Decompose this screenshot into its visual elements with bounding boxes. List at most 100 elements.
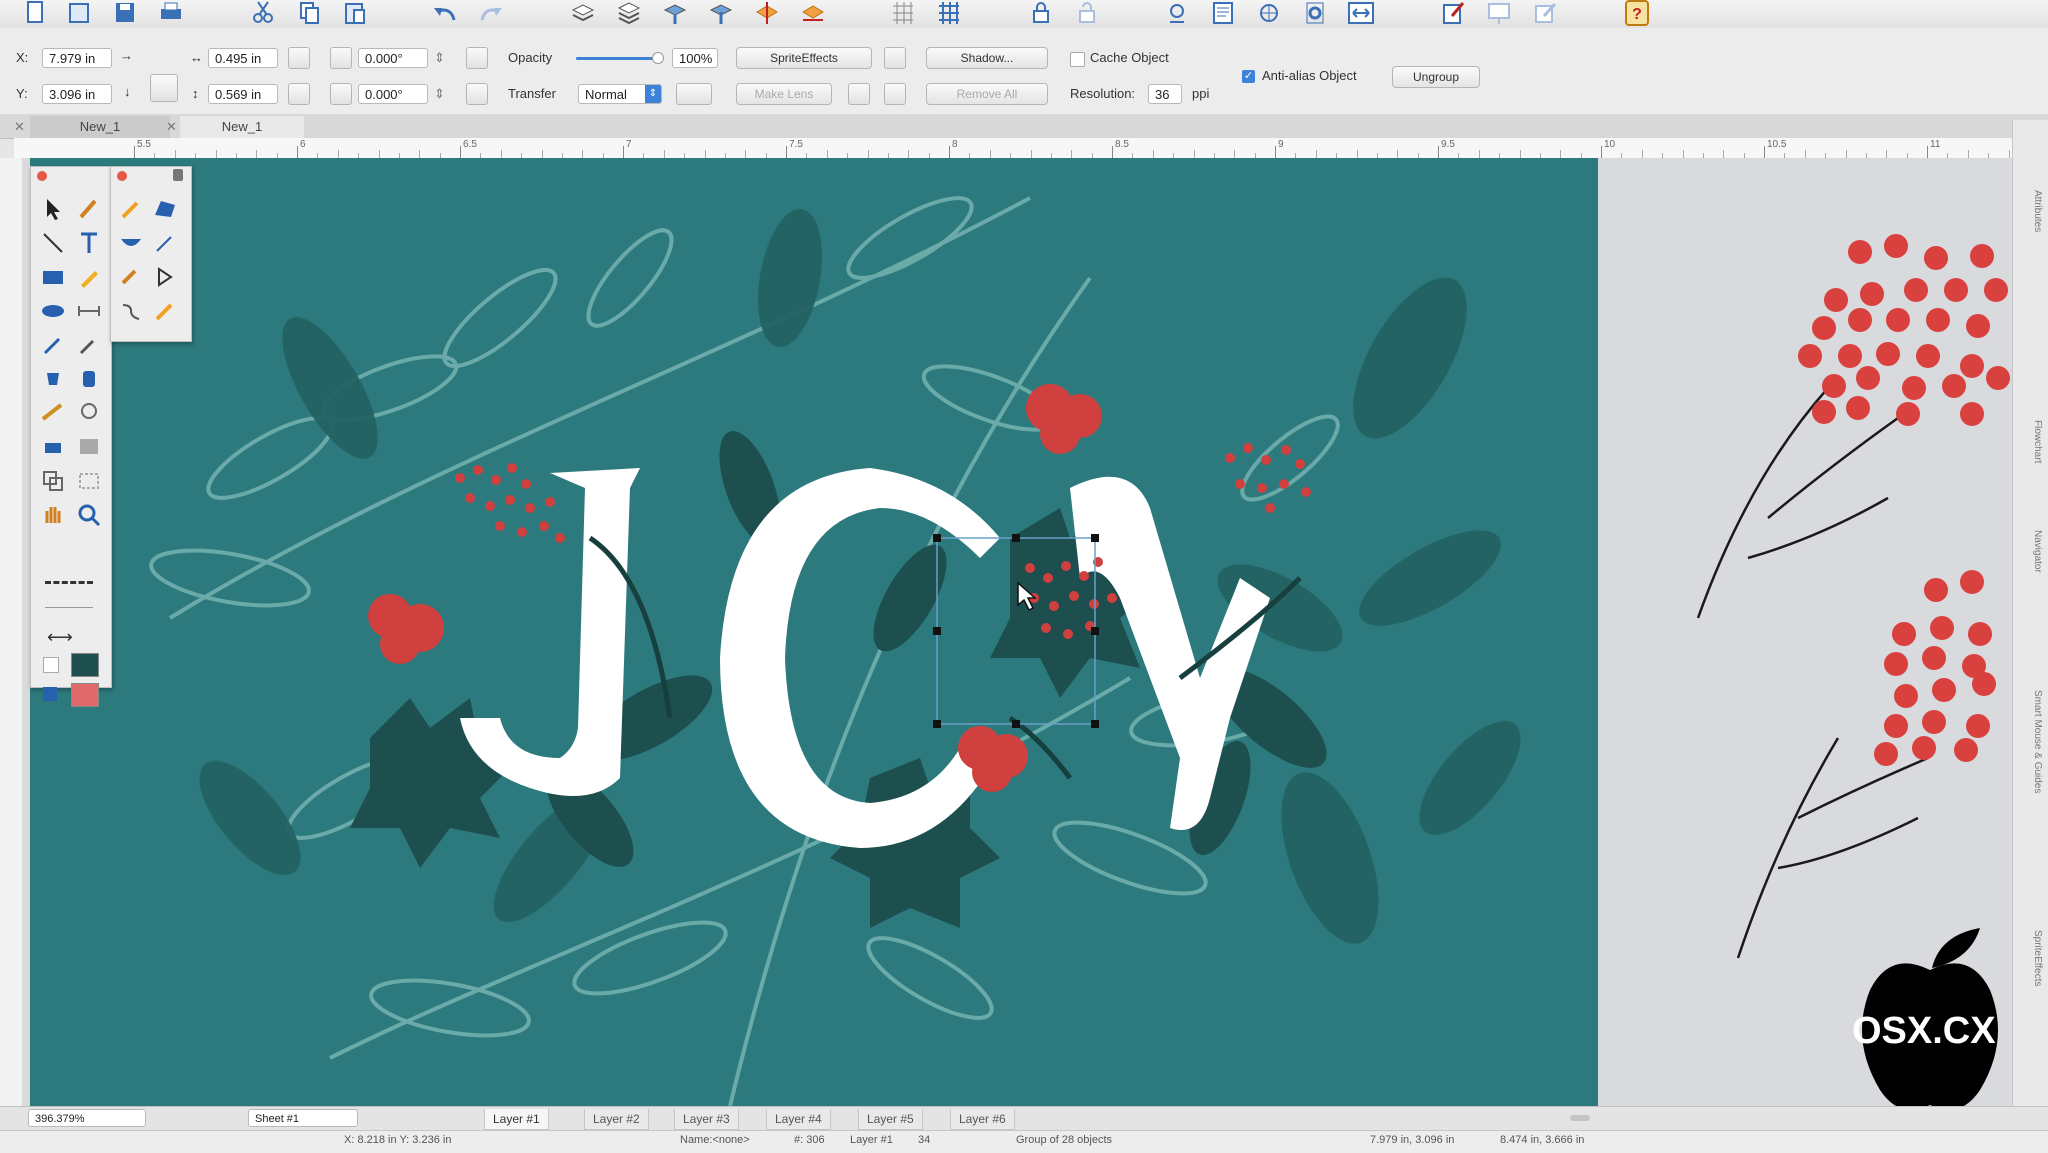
skew-field[interactable]: 0.000° bbox=[358, 84, 428, 104]
align-icon[interactable] bbox=[752, 0, 782, 26]
fill-color-swatch[interactable] bbox=[71, 683, 99, 707]
scale-lock-icon[interactable] bbox=[288, 83, 310, 105]
paste-icon[interactable] bbox=[340, 0, 370, 26]
layer-tab[interactable]: Layer #5 bbox=[858, 1109, 923, 1130]
zoom-field[interactable]: 396.379% bbox=[28, 1109, 146, 1127]
dash-style-icon[interactable] bbox=[45, 581, 93, 584]
eraser-tool-icon[interactable] bbox=[39, 433, 67, 461]
flip-tool-icon[interactable] bbox=[466, 47, 488, 69]
spriteeffects-panel-tab[interactable]: SpriteEffects bbox=[2017, 930, 2043, 1060]
hand-tool-icon[interactable] bbox=[39, 501, 67, 529]
x-position-field[interactable]: 7.979 in bbox=[42, 48, 112, 68]
make-lens-button[interactable]: Make Lens bbox=[736, 83, 832, 105]
unlock-icon[interactable] bbox=[1072, 0, 1102, 26]
close-tab-icon[interactable]: ✕ bbox=[14, 116, 25, 138]
ellipse-tool-icon[interactable] bbox=[39, 297, 67, 325]
close-palette-icon[interactable] bbox=[117, 171, 127, 181]
effects-icon[interactable] bbox=[1254, 0, 1284, 26]
freehand-tool-icon[interactable] bbox=[151, 229, 179, 257]
save-icon[interactable] bbox=[110, 0, 140, 26]
height-field[interactable]: 0.569 in bbox=[208, 84, 278, 104]
snap-grid-icon[interactable] bbox=[934, 0, 964, 26]
brush-tool-icon[interactable] bbox=[75, 195, 103, 223]
cut-icon[interactable] bbox=[248, 0, 278, 26]
point-select-icon[interactable] bbox=[151, 263, 179, 291]
ungroup-button[interactable]: Ungroup bbox=[1392, 66, 1480, 88]
eyedropper-tool-icon[interactable] bbox=[75, 331, 103, 359]
knife-tool-icon[interactable] bbox=[39, 399, 67, 427]
line-tool-icon[interactable] bbox=[39, 229, 67, 257]
arc-tool-icon[interactable] bbox=[117, 229, 145, 257]
resolution-field[interactable]: 36 bbox=[1148, 84, 1182, 104]
horizontal-ruler[interactable]: 5.5 6 6.5 7 7.5 8 8.5 9 9.5 10 10.5 11 bbox=[14, 138, 2030, 159]
print-icon[interactable] bbox=[156, 0, 186, 26]
artwork-page[interactable] bbox=[30, 158, 1598, 1106]
dimension-tool-icon[interactable] bbox=[75, 297, 103, 325]
rotate-icon[interactable] bbox=[330, 47, 352, 69]
navigator-panel-tab[interactable]: Navigator bbox=[2017, 530, 2043, 640]
pencil-tool-icon[interactable] bbox=[75, 263, 103, 291]
opacity-slider[interactable] bbox=[576, 52, 664, 64]
layer-tab[interactable]: Layer #1 bbox=[484, 1109, 549, 1130]
shadow-button[interactable]: Shadow... bbox=[926, 47, 1048, 69]
lock-icon[interactable] bbox=[1026, 0, 1056, 26]
skew-stepper-icon[interactable]: ⇕ bbox=[434, 86, 445, 102]
transfer-mode-select[interactable]: Normal ⇕ bbox=[578, 84, 662, 104]
blend-options-icon[interactable] bbox=[676, 83, 712, 105]
annotate-icon[interactable] bbox=[1530, 0, 1560, 26]
fill-tool-icon[interactable] bbox=[39, 365, 67, 393]
text-tool-icon[interactable] bbox=[75, 229, 103, 257]
zoom-tool-icon[interactable] bbox=[75, 501, 103, 529]
present-icon[interactable] bbox=[1484, 0, 1514, 26]
grid-icon[interactable] bbox=[888, 0, 918, 26]
send-to-back-icon[interactable] bbox=[706, 0, 736, 26]
pen-tool-icon[interactable] bbox=[39, 331, 67, 359]
connector-tool-icon[interactable] bbox=[117, 297, 145, 325]
document-tab[interactable]: New_1 bbox=[180, 116, 304, 138]
fit-width-icon[interactable] bbox=[1346, 0, 1376, 26]
crop-tool-icon[interactable] bbox=[75, 467, 103, 495]
view-icon[interactable] bbox=[1162, 0, 1192, 26]
fill-bucket-icon[interactable] bbox=[43, 687, 57, 701]
drawing-canvas[interactable] bbox=[22, 158, 2012, 1106]
rectangle-tool-icon[interactable] bbox=[39, 263, 67, 291]
arrowhead-style-icon[interactable]: ⟷ bbox=[47, 627, 73, 648]
shape-combine-icon[interactable] bbox=[39, 467, 67, 495]
lens-camera-icon[interactable] bbox=[848, 83, 870, 105]
rotation-field[interactable]: 0.000° bbox=[358, 48, 428, 68]
cache-object-checkbox[interactable] bbox=[1070, 52, 1085, 67]
close-tab-icon[interactable]: ✕ bbox=[166, 116, 177, 138]
undo-icon[interactable] bbox=[430, 0, 460, 26]
sheet-select[interactable]: Sheet #1 bbox=[248, 1109, 358, 1127]
distribute-icon[interactable] bbox=[798, 0, 828, 26]
layer-tab[interactable]: Layer #6 bbox=[950, 1109, 1015, 1130]
stamp-tool-icon[interactable] bbox=[75, 365, 103, 393]
open-document-icon[interactable] bbox=[64, 0, 94, 26]
page-setup-icon[interactable] bbox=[1208, 0, 1238, 26]
horizontal-scrollbar[interactable] bbox=[1570, 1115, 1590, 1121]
opacity-field[interactable]: 100% bbox=[672, 48, 718, 68]
anchor-point-icon[interactable] bbox=[150, 74, 178, 102]
lasso-tool-icon[interactable] bbox=[75, 399, 103, 427]
flowchart-panel-tab[interactable]: Flowchart bbox=[2017, 420, 2043, 530]
polygon-tool-icon[interactable] bbox=[151, 195, 179, 223]
image-tool-icon[interactable] bbox=[75, 433, 103, 461]
pen-color-icon[interactable] bbox=[43, 657, 59, 673]
edit-icon[interactable] bbox=[1438, 0, 1468, 26]
send-backward-icon[interactable] bbox=[660, 0, 690, 26]
antialias-checkbox[interactable]: ✓ bbox=[1242, 70, 1255, 83]
redo-icon[interactable] bbox=[476, 0, 506, 26]
layer-tab[interactable]: Layer #4 bbox=[766, 1109, 831, 1130]
stroke-color-swatch[interactable] bbox=[71, 653, 99, 677]
close-palette-icon[interactable] bbox=[37, 171, 47, 181]
bezier-tool-icon[interactable] bbox=[117, 195, 145, 223]
curve-tool-icon[interactable] bbox=[466, 83, 488, 105]
smart-mouse-panel-tab[interactable]: Smart Mouse & Guides bbox=[2017, 690, 2043, 890]
bring-forward-icon[interactable] bbox=[614, 0, 644, 26]
rotation-stepper-icon[interactable]: ⇕ bbox=[434, 50, 445, 66]
lens-options-icon[interactable] bbox=[884, 83, 906, 105]
lock-palette-icon[interactable] bbox=[173, 169, 183, 181]
selection-arrow-icon[interactable] bbox=[39, 195, 67, 223]
new-document-icon[interactable] bbox=[20, 0, 50, 26]
layer-tab[interactable]: Layer #3 bbox=[674, 1109, 739, 1130]
